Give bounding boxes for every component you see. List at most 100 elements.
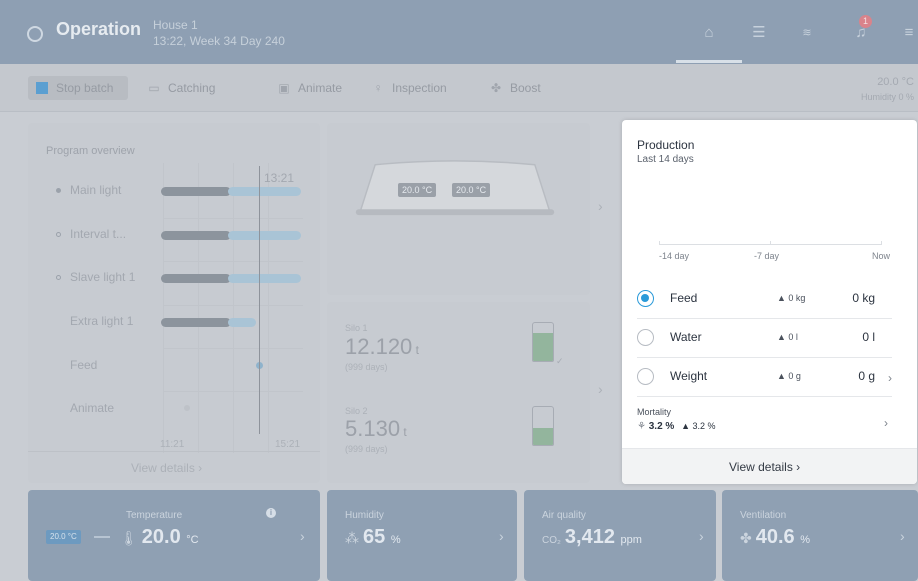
divider: [28, 451, 320, 452]
production-row-feed[interactable]: Feed ▲ 0 kg 0 kg: [637, 280, 892, 318]
mortality-delta: ▲ 3.2 %: [681, 421, 716, 431]
air-quality-value: CO₂ 3,412 ppm: [542, 526, 642, 549]
time-info: 13:22, Week 34 Day 240: [153, 34, 285, 48]
stop-batch-button[interactable]: Stop batch: [28, 76, 128, 100]
grid-line: [163, 218, 303, 219]
ventilation-label: Ventilation: [740, 510, 787, 521]
current-time-line: [259, 166, 260, 434]
house-card[interactable]: 20.0 °C 20.0 °C: [327, 123, 590, 295]
chevron-right-icon[interactable]: ›: [499, 528, 504, 544]
temperature-number: 20.0: [141, 526, 181, 548]
feed-radio[interactable]: [637, 290, 654, 307]
animate-label: Animate: [298, 81, 343, 95]
humidity-card[interactable]: Humidity ⁂ 65 % ›: [327, 490, 517, 581]
current-time-label: 13:21: [264, 171, 295, 185]
boost-button[interactable]: ✤ Boost: [488, 76, 541, 100]
production-title: Production: [637, 138, 695, 152]
thermometer-icon: 🌡: [120, 530, 138, 546]
house-name[interactable]: House 1: [153, 18, 198, 32]
app-header: Operation House 1 13:22, Week 34 Day 240…: [0, 0, 918, 64]
row-delta: ▲ 0 g: [777, 371, 801, 381]
catching-label: Catching: [168, 81, 216, 95]
program-view-details[interactable]: View details ›: [131, 461, 202, 475]
row-name: Weight: [670, 369, 708, 383]
ventilation-value: ✤ 40.6 %: [740, 526, 810, 549]
air-quality-unit: ppm: [620, 534, 642, 546]
chevron-right-icon[interactable]: ›: [598, 198, 603, 214]
ventilation-card[interactable]: Ventilation ✤ 40.6 % ›: [722, 490, 918, 581]
schedule-bar: [228, 274, 301, 283]
grid-line: [163, 391, 303, 392]
mortality-value-row[interactable]: ⚘ 3.2 % ▲ 3.2 %: [637, 421, 716, 432]
temperature-setpoint-chip: 20.0 °C: [46, 530, 81, 544]
water-radio[interactable]: [637, 329, 654, 346]
temperature-label: Temperature: [126, 510, 183, 521]
ventilation-number: 40.6: [755, 526, 795, 548]
production-view-details-button[interactable]: View details ›: [729, 460, 800, 474]
chevron-right-icon[interactable]: ›: [884, 416, 888, 430]
row-name: Feed: [670, 291, 698, 305]
silo-1-days: (999 days): [345, 362, 388, 372]
row-dot: [56, 188, 61, 193]
program-row-label: Slave light 1: [70, 270, 136, 284]
silo-1-label: Silo 1: [345, 323, 368, 333]
row-delta: ▲ 0 kg: [777, 293, 806, 303]
silo-2-days: (999 days): [345, 444, 388, 454]
production-footer: View details ›: [622, 448, 917, 484]
notification-badge: 1: [859, 15, 872, 28]
row-value: 0 kg: [852, 291, 875, 305]
temperature-unit: °C: [186, 534, 199, 546]
info-icon[interactable]: i: [266, 508, 276, 518]
inspection-button[interactable]: ♀ Inspection: [370, 76, 447, 100]
log-nav-icon[interactable]: ☰: [750, 24, 768, 42]
droplets-icon: ⁂: [345, 530, 359, 546]
air-quality-card[interactable]: Air quality CO₂ 3,412 ppm ›: [524, 490, 716, 581]
view-details-label: View details: [131, 461, 195, 475]
production-row-water[interactable]: Water ▲ 0 l 0 l: [637, 319, 892, 357]
grid-line: [163, 261, 303, 262]
production-subtitle: Last 14 days: [637, 154, 694, 165]
production-row-weight[interactable]: Weight ▲ 0 g 0 g ›: [637, 358, 892, 396]
co2-icon: CO₂: [542, 535, 561, 546]
humidity-unit: %: [390, 534, 401, 546]
house-temp-right: 20.0 °C: [452, 183, 491, 197]
house-nav-icon[interactable]: ⌂: [700, 24, 718, 42]
weight-radio[interactable]: [637, 368, 654, 385]
schedule-bar: [161, 231, 231, 240]
program-row-label: Main light: [70, 183, 122, 197]
silo-1-fill: [533, 332, 553, 361]
humidity-value: ⁂ 65 %: [345, 526, 401, 549]
axis-label-mid: -7 day: [754, 251, 780, 261]
program-overview-card[interactable]: Program overview Main light Interval t..…: [28, 123, 320, 483]
silo-1-value: 12.120 t: [345, 334, 419, 360]
catching-button[interactable]: ▭ Catching: [146, 76, 215, 100]
schedule-bar: [228, 187, 301, 196]
silo-card[interactable]: Silo 1 12.120 t (999 days) ✓ Silo 2 5.13…: [327, 302, 590, 483]
signal-nav-icon[interactable]: ≋: [798, 24, 816, 42]
production-panel: Production Last 14 days -14 day -7 day N…: [622, 120, 917, 484]
divider: [637, 396, 892, 397]
program-row-label: Extra light 1: [70, 314, 134, 328]
truck-icon: ▭: [148, 81, 160, 95]
temperature-card[interactable]: Temperature i 20.0 °C 🌡 20.0 °C ›: [28, 490, 320, 581]
chevron-right-icon[interactable]: ›: [699, 528, 704, 544]
axis-label-start: -14 day: [659, 251, 690, 261]
ventilation-unit: %: [800, 534, 811, 546]
chevron-right-icon[interactable]: ›: [300, 528, 305, 544]
air-quality-label: Air quality: [542, 510, 586, 521]
mortality-icon: ⚘: [637, 421, 646, 432]
chevron-right-icon[interactable]: ›: [598, 381, 603, 397]
schedule-bar: [228, 318, 256, 327]
time-end-label: 15:21: [275, 439, 301, 450]
boost-label: Boost: [510, 81, 541, 95]
outside-temperature: 20.0 °C: [877, 76, 914, 88]
chevron-right-icon[interactable]: ›: [900, 528, 905, 544]
animate-button[interactable]: ▣ Animate: [276, 76, 342, 100]
program-row-label: Animate: [70, 401, 115, 415]
axis-tick: [881, 241, 882, 245]
chevron-right-icon[interactable]: ›: [888, 371, 892, 385]
menu-icon[interactable]: ≡: [900, 24, 918, 42]
row-value: 0 l: [862, 330, 875, 344]
house-temp-left: 20.0 °C: [398, 183, 437, 197]
row-delta: ▲ 0 l: [777, 332, 798, 342]
